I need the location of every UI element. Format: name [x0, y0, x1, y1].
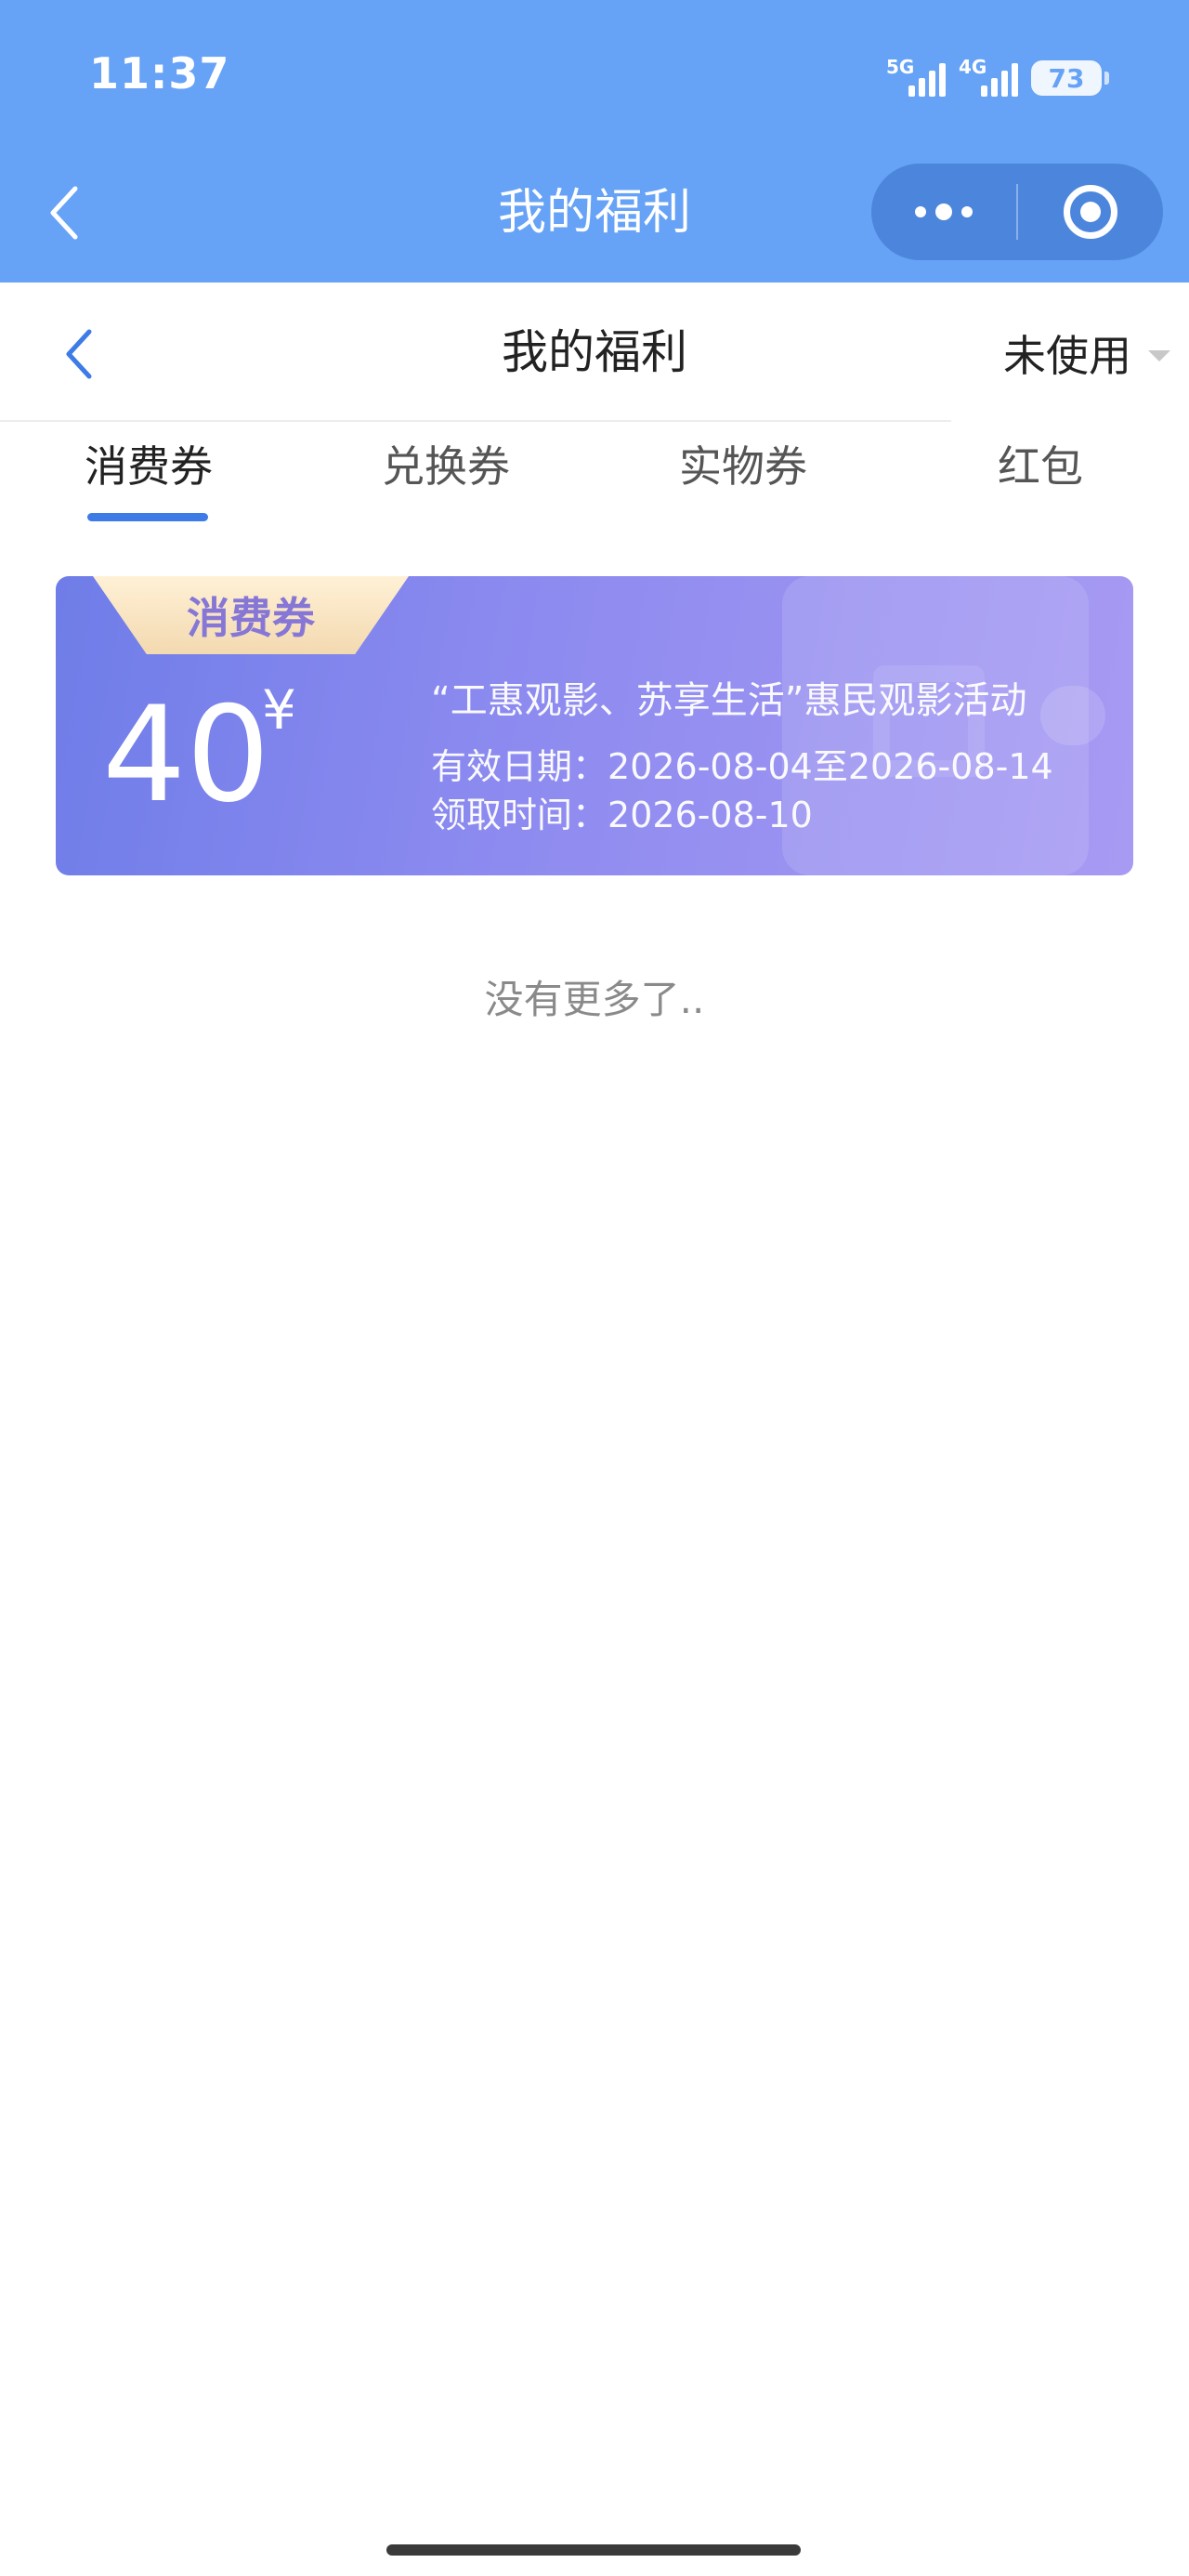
home-indicator[interactable] — [386, 2544, 801, 2556]
active-tab-indicator — [87, 513, 208, 521]
tab-exchange-coupon[interactable]: 兑换券 — [382, 437, 510, 496]
status-indicators: 5G 4G 73 — [886, 52, 1109, 104]
top-bar: 11:37 5G 4G 73 我的福利 — [0, 0, 1189, 283]
coupon-received-time: 领取时间：2026-08-10 — [431, 795, 813, 835]
status-time: 11:37 — [89, 48, 230, 99]
tab-red-packet[interactable]: 红包 — [998, 437, 1083, 496]
coupon-valid-period: 有效日期：2026-08-04至2026-08-14 — [431, 746, 1053, 787]
target-circle-icon — [1064, 185, 1117, 239]
more-dots-icon — [915, 206, 926, 217]
signal-5g-icon: 5G — [886, 56, 946, 97]
coupon-title: “工惠观影、苏享生活”惠民观影活动 — [431, 679, 1027, 722]
signal-4g-icon: 4G — [959, 56, 1018, 97]
caret-down-icon — [1148, 350, 1170, 361]
currency-symbol: ¥ — [262, 678, 296, 742]
coupon-amount: 40 — [102, 678, 270, 832]
tab-physical-coupon[interactable]: 实物券 — [679, 437, 807, 496]
coupon-card[interactable]: 消费券 40 ¥ “工惠观影、苏享生活”惠民观影活动 有效日期：2026-08-… — [56, 576, 1133, 875]
battery-level: 73 — [1048, 62, 1085, 94]
status-filter-dropdown[interactable]: 未使用 — [1003, 325, 1170, 387]
miniapp-capsule — [871, 164, 1163, 260]
filter-label: 未使用 — [1003, 331, 1131, 381]
close-miniapp-button[interactable] — [1018, 164, 1163, 260]
header-divider — [0, 420, 951, 422]
page-header: 我的福利 未使用 — [0, 283, 1189, 422]
more-button[interactable] — [871, 164, 1016, 260]
coupon-type-tabs: 消费券 兑换券 实物券 红包 — [0, 424, 1189, 526]
coupon-type-badge: 消费券 — [93, 576, 409, 654]
battery-icon: 73 — [1031, 60, 1109, 96]
tab-consumption-coupon[interactable]: 消费券 — [85, 437, 213, 496]
list-end-text: 没有更多了.. — [484, 977, 705, 1022]
